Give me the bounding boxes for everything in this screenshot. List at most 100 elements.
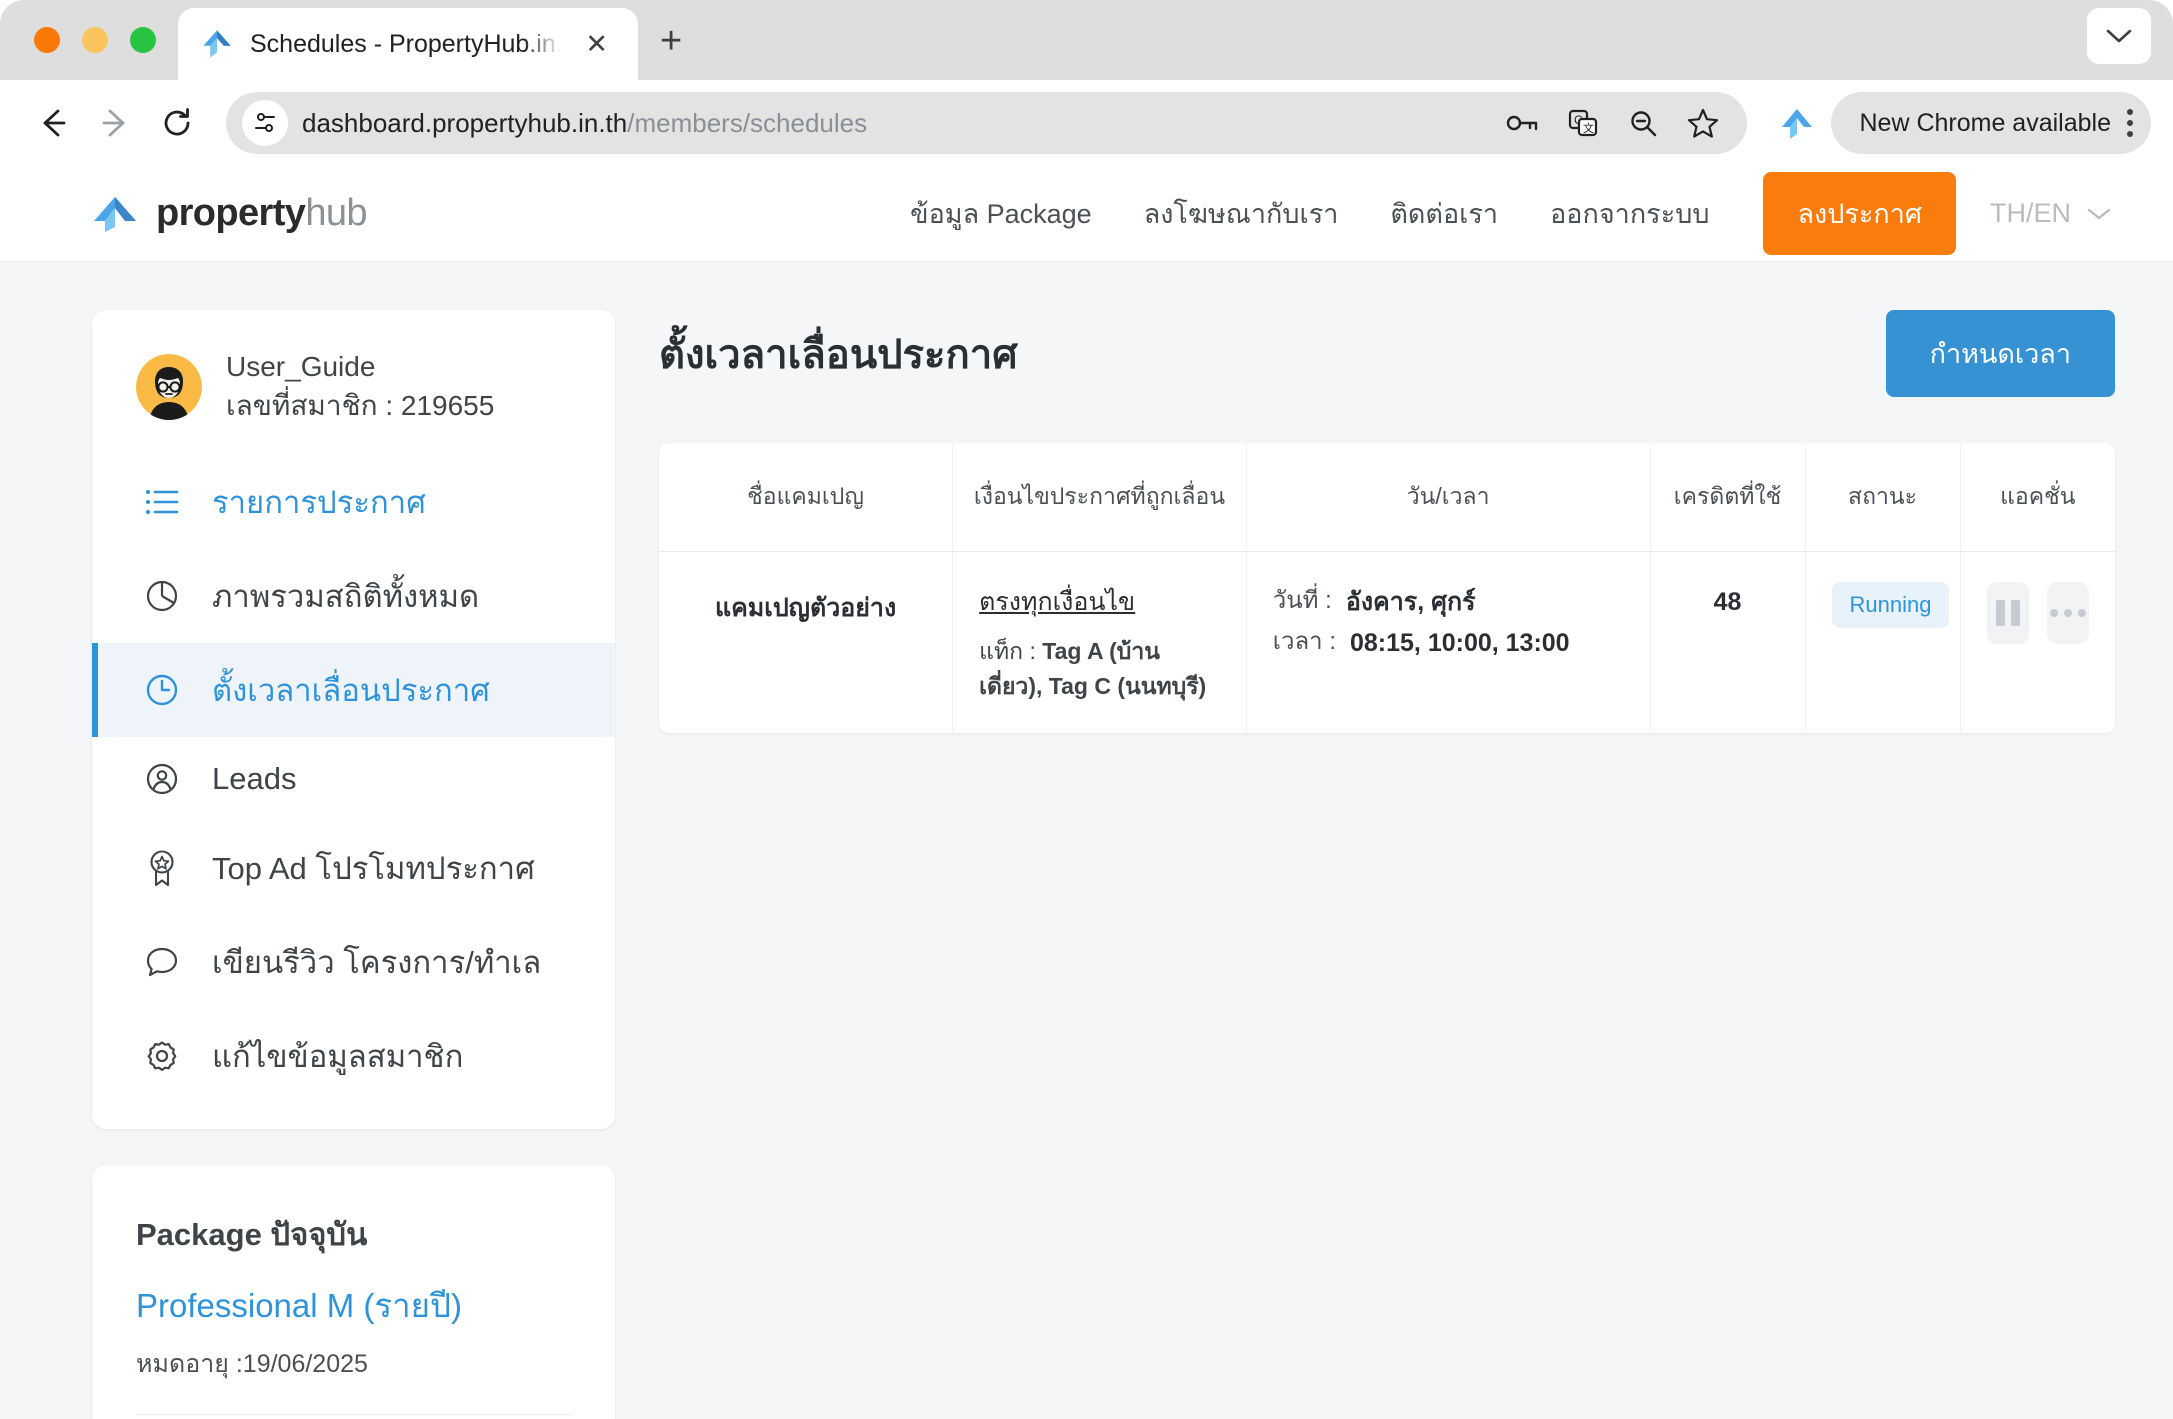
browser-tabstrip: Schedules - PropertyHub.in.th ✕ + (0, 0, 2173, 80)
award-ribbon-icon (142, 848, 182, 888)
sidebar-item-label: Top Ad โปรโมทประกาศ (212, 851, 535, 887)
zoom-out-icon[interactable] (1623, 103, 1663, 143)
propertyhub-logo-icon (200, 27, 234, 61)
user-profile[interactable]: User_Guide เลขที่สมาชิก : 219655 (92, 310, 615, 455)
language-switcher[interactable]: TH/EN (1990, 198, 2111, 229)
user-circle-icon (142, 759, 182, 799)
update-label: New Chrome available (1859, 108, 2111, 137)
address-bar[interactable]: dashboard.propertyhub.in.th/members/sche… (226, 92, 1748, 154)
status-badge: Running (1831, 582, 1950, 628)
col-campaign-name: ชื่อแคมเปญ (659, 443, 954, 552)
password-key-icon[interactable] (1503, 103, 1543, 143)
logo-bold: property (156, 192, 306, 234)
sidebar-item-statistics[interactable]: ภาพรวมสถิติทั้งหมด (92, 549, 615, 643)
divider (136, 1414, 571, 1416)
condition-tags: แท็ก : Tag A (บ้านเดี่ยว), Tag C (นนทบุร… (979, 634, 1220, 703)
sidebar-item-listings[interactable]: รายการประกาศ (92, 455, 615, 549)
sidebar-item-label: เขียนรีวิว โครงการ/ทำเล (212, 945, 542, 981)
sidebar-item-label: แก้ไขข้อมูลสมาชิก (212, 1039, 464, 1075)
page-title: ตั้งเวลาเลื่อนประกาศ (659, 332, 1018, 377)
sidebar-menu: รายการประกาศ ภาพรวมสถิติทั้งหมด ตั้งเวลา… (92, 455, 615, 1129)
site-logo[interactable]: propertyhub (92, 192, 368, 235)
cell-datetime: วันที่ : อังคาร, ศุกร์ เวลา : 08:15, 10:… (1246, 551, 1651, 733)
chevron-down-icon (2087, 208, 2111, 219)
browser-toolbar: dashboard.propertyhub.in.th/members/sche… (0, 80, 2173, 166)
col-datetime: วัน/เวลา (1246, 443, 1651, 552)
sidebar-item-schedules[interactable]: ตั้งเวลาเลื่อนประกาศ (92, 643, 615, 738)
top-navigation: ข้อมูล Package ลงโฆษณากับเรา ติดต่อเรา อ… (884, 172, 2115, 255)
col-credit-used: เครดิตที่ใช้ (1650, 443, 1806, 552)
date-value: อังคาร, ศุกร์ (1345, 588, 1476, 616)
bookmark-star-icon[interactable] (1683, 103, 1723, 143)
language-label: TH/EN (1990, 198, 2071, 228)
reload-icon[interactable] (146, 92, 208, 154)
maximize-window-dot[interactable] (130, 27, 156, 53)
set-schedule-button[interactable]: กำหนดเวลา (1885, 310, 2115, 397)
avatar (136, 353, 202, 420)
more-options-icon[interactable] (2046, 582, 2089, 644)
col-action: แอคชั่น (1960, 443, 2115, 552)
gear-icon (142, 1036, 182, 1076)
schedules-table: ชื่อแคมเปญ เงื่อนไขประกาศที่ถูกเลื่อน วั… (659, 443, 2115, 733)
col-status: สถานะ (1805, 443, 1961, 552)
cell-status: Running (1805, 551, 1961, 733)
sidebar-card: User_Guide เลขที่สมาชิก : 219655 รายการป… (92, 310, 615, 1130)
nav-item-advertise[interactable]: ลงโฆษณากับเรา (1118, 192, 1365, 235)
nav-item-contact[interactable]: ติดต่อเรา (1364, 192, 1524, 235)
condition-link[interactable]: ตรงทุกเงื่อนไข (979, 582, 1220, 622)
sidebar-item-label: ภาพรวมสถิติทั้งหมด (212, 579, 480, 615)
pie-chart-icon (142, 576, 182, 616)
logo-light: hub (305, 192, 367, 234)
svg-text:文: 文 (1583, 121, 1594, 135)
site-settings-icon[interactable] (242, 100, 288, 146)
propertyhub-mark-icon (94, 196, 136, 232)
forward-arrow-icon[interactable] (84, 92, 146, 154)
back-arrow-icon[interactable] (22, 92, 84, 154)
window-controls[interactable] (34, 27, 156, 53)
sidebar-item-reviews[interactable]: เขียนรีวิว โครงการ/ทำเล (92, 915, 615, 1009)
package-title: Package ปัจจุบัน (136, 1217, 368, 1253)
main-header: ตั้งเวลาเลื่อนประกาศ กำหนดเวลา (659, 310, 2115, 397)
sidebar-item-label: Leads (212, 761, 297, 797)
post-listing-button[interactable]: ลงประกาศ (1763, 172, 1956, 255)
close-icon[interactable]: ✕ (577, 27, 616, 62)
extension-propertyhub-icon[interactable] (1771, 97, 1823, 149)
col-condition: เงื่อนไขประกาศที่ถูกเลื่อน (952, 443, 1247, 552)
omnibox-actions: G文 (1503, 103, 1731, 143)
translate-icon[interactable]: G文 (1563, 103, 1603, 143)
tab-search-chevron-down-icon[interactable] (2087, 8, 2151, 64)
cell-campaign-name: แคมเปญตัวอย่าง (659, 551, 954, 733)
user-member-number: เลขที่สมาชิก : 219655 (226, 389, 495, 421)
pause-icon[interactable] (1986, 582, 2029, 644)
cell-credit-used: 48 (1650, 551, 1806, 733)
time-value: 08:15, 10:00, 13:00 (1349, 628, 1570, 657)
sidebar-item-label: ตั้งเวลาเลื่อนประกาศ (212, 673, 490, 709)
new-tab-button[interactable]: + (660, 22, 682, 60)
condition-tags-label: แท็ก : (979, 638, 1043, 664)
schedule-time: เวลา : 08:15, 10:00, 13:00 (1273, 623, 1624, 664)
page-body: User_Guide เลขที่สมาชิก : 219655 รายการป… (0, 262, 2173, 1419)
close-window-dot[interactable] (34, 27, 60, 53)
chrome-update-button[interactable]: New Chrome available (1831, 92, 2151, 154)
minimize-window-dot[interactable] (82, 27, 108, 53)
package-card: Package ปัจจุบัน Professional M (รายปี) … (92, 1165, 615, 1419)
time-label: เวลา : (1272, 627, 1336, 655)
cell-condition: ตรงทุกเงื่อนไข แท็ก : Tag A (บ้านเดี่ยว)… (952, 551, 1247, 733)
sidebar-item-edit-profile[interactable]: แก้ไขข้อมูลสมาชิก (92, 1009, 615, 1103)
table-header-row: ชื่อแคมเปญ เงื่อนไขประกาศที่ถูกเลื่อน วั… (659, 443, 2115, 552)
kebab-menu-icon[interactable] (2127, 109, 2133, 137)
clock-icon (142, 670, 182, 710)
browser-tab-active[interactable]: Schedules - PropertyHub.in.th ✕ (178, 8, 638, 80)
sidebar-item-leads[interactable]: Leads (92, 737, 615, 821)
cell-actions (1960, 552, 2115, 734)
schedule-date: วันที่ : อังคาร, ศุกร์ (1273, 582, 1624, 623)
package-name[interactable]: Professional M (รายปี) (136, 1279, 571, 1332)
nav-item-logout[interactable]: ออกจากระบบ (1524, 192, 1735, 235)
nav-item-package[interactable]: ข้อมูล Package (884, 192, 1118, 235)
date-label: วันที่ : (1272, 587, 1332, 614)
sidebar-item-top-ad[interactable]: Top Ad โปรโมทประกาศ (92, 821, 615, 915)
main-content: ตั้งเวลาเลื่อนประกาศ กำหนดเวลา ชื่อแคมเป… (659, 310, 2115, 1419)
user-info: User_Guide เลขที่สมาชิก : 219655 (226, 348, 494, 425)
site-header: propertyhub ข้อมูล Package ลงโฆษณากับเรา… (0, 166, 2173, 262)
browser-window: Schedules - PropertyHub.in.th ✕ + dashbo… (0, 0, 2173, 1419)
